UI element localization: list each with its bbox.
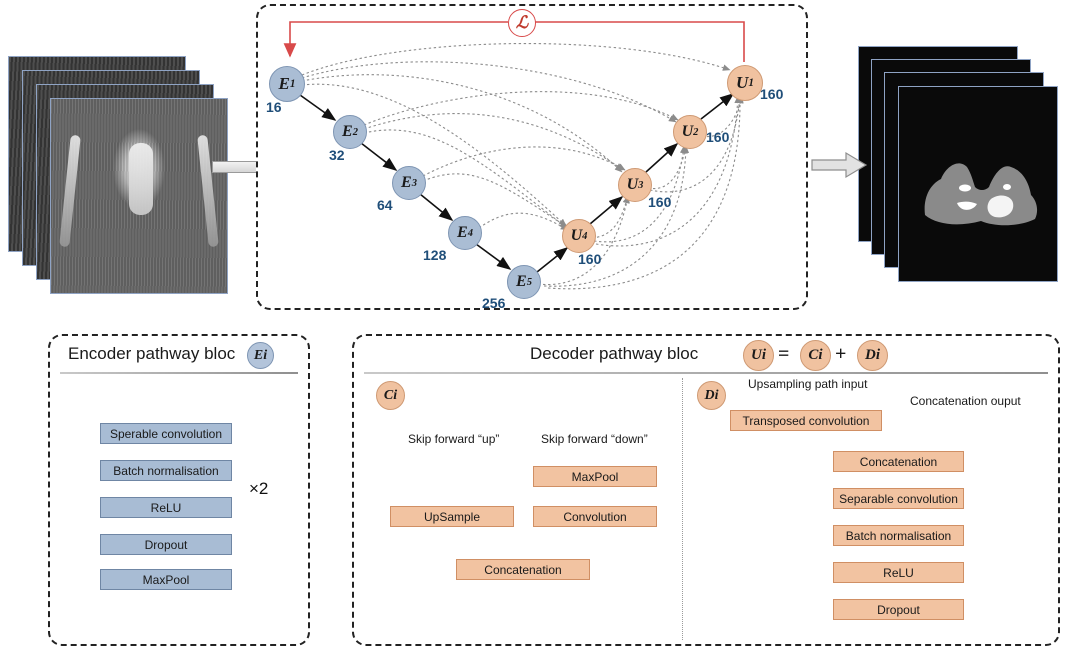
channels-U2: 160: [706, 129, 730, 145]
encoder-badge-Ei: Ei: [247, 342, 274, 369]
node-U1-label: U: [736, 73, 749, 92]
node-U3[interactable]: U3: [618, 168, 652, 202]
node-E4-label: E: [457, 224, 468, 241]
mri-bright-streak: [197, 134, 219, 248]
di-box-separable-convolution[interactable]: Separable convolution: [833, 488, 964, 509]
encoder-step-batch-normalisation[interactable]: Batch normalisation: [100, 460, 232, 481]
ci-box-concatenation[interactable]: Concatenation: [456, 559, 590, 580]
ci-input-left-label: Skip forward “up”: [408, 432, 500, 446]
segmentation-slice-front: [898, 86, 1058, 282]
node-E1[interactable]: E1: [269, 66, 305, 102]
decoder-title-divider: [364, 372, 1048, 374]
mri-bright-streak: [59, 134, 81, 248]
di-box-batch-normalisation[interactable]: Batch normalisation: [833, 525, 964, 546]
equation-d-sub: i: [875, 347, 880, 363]
encoder-step-sperable-convolution[interactable]: Sperable convolution: [100, 423, 232, 444]
input-connector-bar: [212, 161, 262, 173]
mri-input-stack: [8, 56, 228, 296]
node-U2[interactable]: U2: [673, 115, 707, 149]
channels-U4: 160: [578, 251, 602, 267]
ci-box-convolution[interactable]: Convolution: [533, 506, 657, 527]
mri-spine-core: [129, 143, 153, 215]
node-U4-sub: 4: [582, 230, 588, 242]
equation-u-sub: i: [761, 347, 766, 363]
ci-badge-base: C: [383, 387, 394, 403]
node-U1-sub: 1: [748, 77, 754, 89]
equation-u-base: U: [750, 347, 762, 363]
encoder-pathway-panel: [48, 334, 310, 646]
di-box-concatenation[interactable]: Concatenation: [833, 451, 964, 472]
equation-c-base: C: [808, 347, 819, 363]
encoder-repeat-label: ×2: [249, 479, 269, 498]
equation-badge-Ui: Ui: [743, 340, 774, 371]
di-input-right-label: Concatenation ouput: [910, 394, 1021, 408]
node-E5-sub: 5: [526, 276, 532, 288]
encoder-title-divider: [60, 372, 298, 374]
di-input-left-label: Upsampling path input: [748, 377, 868, 391]
di-box-relu[interactable]: ReLU: [833, 562, 964, 583]
node-E2-label: E: [342, 123, 353, 140]
node-U4[interactable]: U4: [562, 219, 596, 253]
channels-E3: 64: [377, 197, 393, 213]
di-badge: Di: [697, 381, 726, 410]
node-E5-label: E: [516, 273, 527, 290]
di-box-dropout[interactable]: Dropout: [833, 599, 964, 620]
node-E2-sub: 2: [352, 126, 358, 138]
di-badge-sub: i: [714, 387, 719, 403]
channels-U1: 160: [760, 86, 784, 102]
encoder-badge-base: E: [253, 347, 264, 363]
node-E4[interactable]: E4: [448, 216, 482, 250]
equation-badge-Ci: Ci: [800, 340, 831, 371]
node-U2-label: U: [681, 123, 694, 140]
di-box-transposed-convolution[interactable]: Transposed convolution: [730, 410, 882, 431]
decoder-block-title: Decoder pathway bloc: [530, 344, 699, 363]
node-U1[interactable]: U1: [727, 65, 763, 101]
equation-plus: +: [835, 343, 847, 365]
ci-badge-sub: i: [393, 387, 398, 403]
node-E3-label: E: [401, 174, 412, 191]
encoder-step-maxpool[interactable]: MaxPool: [100, 569, 232, 590]
node-E1-sub: 1: [289, 78, 296, 90]
equation-equals: =: [778, 343, 790, 365]
encoder-badge-sub: i: [263, 347, 268, 363]
node-E4-sub: 4: [467, 227, 473, 239]
channels-U3: 160: [648, 194, 672, 210]
ci-di-divider: [682, 378, 683, 640]
node-U3-sub: 3: [638, 179, 644, 191]
channels-E5: 256: [482, 295, 506, 311]
ci-box-upsample[interactable]: UpSample: [390, 506, 514, 527]
channels-E2: 32: [329, 147, 345, 163]
ci-badge: Ci: [376, 381, 405, 410]
ci-box-maxpool[interactable]: MaxPool: [533, 466, 657, 487]
di-badge-base: D: [704, 387, 715, 403]
node-U3-label: U: [626, 176, 639, 193]
node-E3[interactable]: E3: [392, 166, 426, 200]
node-E3-sub: 3: [411, 177, 417, 189]
node-E5[interactable]: E5: [507, 265, 541, 299]
segmentation-mask: [924, 163, 1038, 226]
ci-input-right-label: Skip forward “down”: [541, 432, 648, 446]
mri-slice-front: [50, 98, 228, 294]
equation-c-sub: i: [818, 347, 823, 363]
segmentation-output-stack: [858, 46, 1064, 296]
equation-badge-Di: Di: [857, 340, 888, 371]
encoder-step-dropout[interactable]: Dropout: [100, 534, 232, 555]
equation-d-base: D: [864, 347, 876, 363]
channels-E1: 16: [266, 99, 282, 115]
encoder-step-relu[interactable]: ReLU: [100, 497, 232, 518]
node-U4-label: U: [570, 227, 583, 244]
node-U2-sub: 2: [693, 126, 699, 138]
channels-E4: 128: [423, 247, 447, 263]
node-E2[interactable]: E2: [333, 115, 367, 149]
node-E1-label: E: [278, 74, 290, 93]
encoder-block-title: Encoder pathway bloc: [68, 344, 236, 363]
loss-badge: ℒ: [508, 9, 536, 37]
